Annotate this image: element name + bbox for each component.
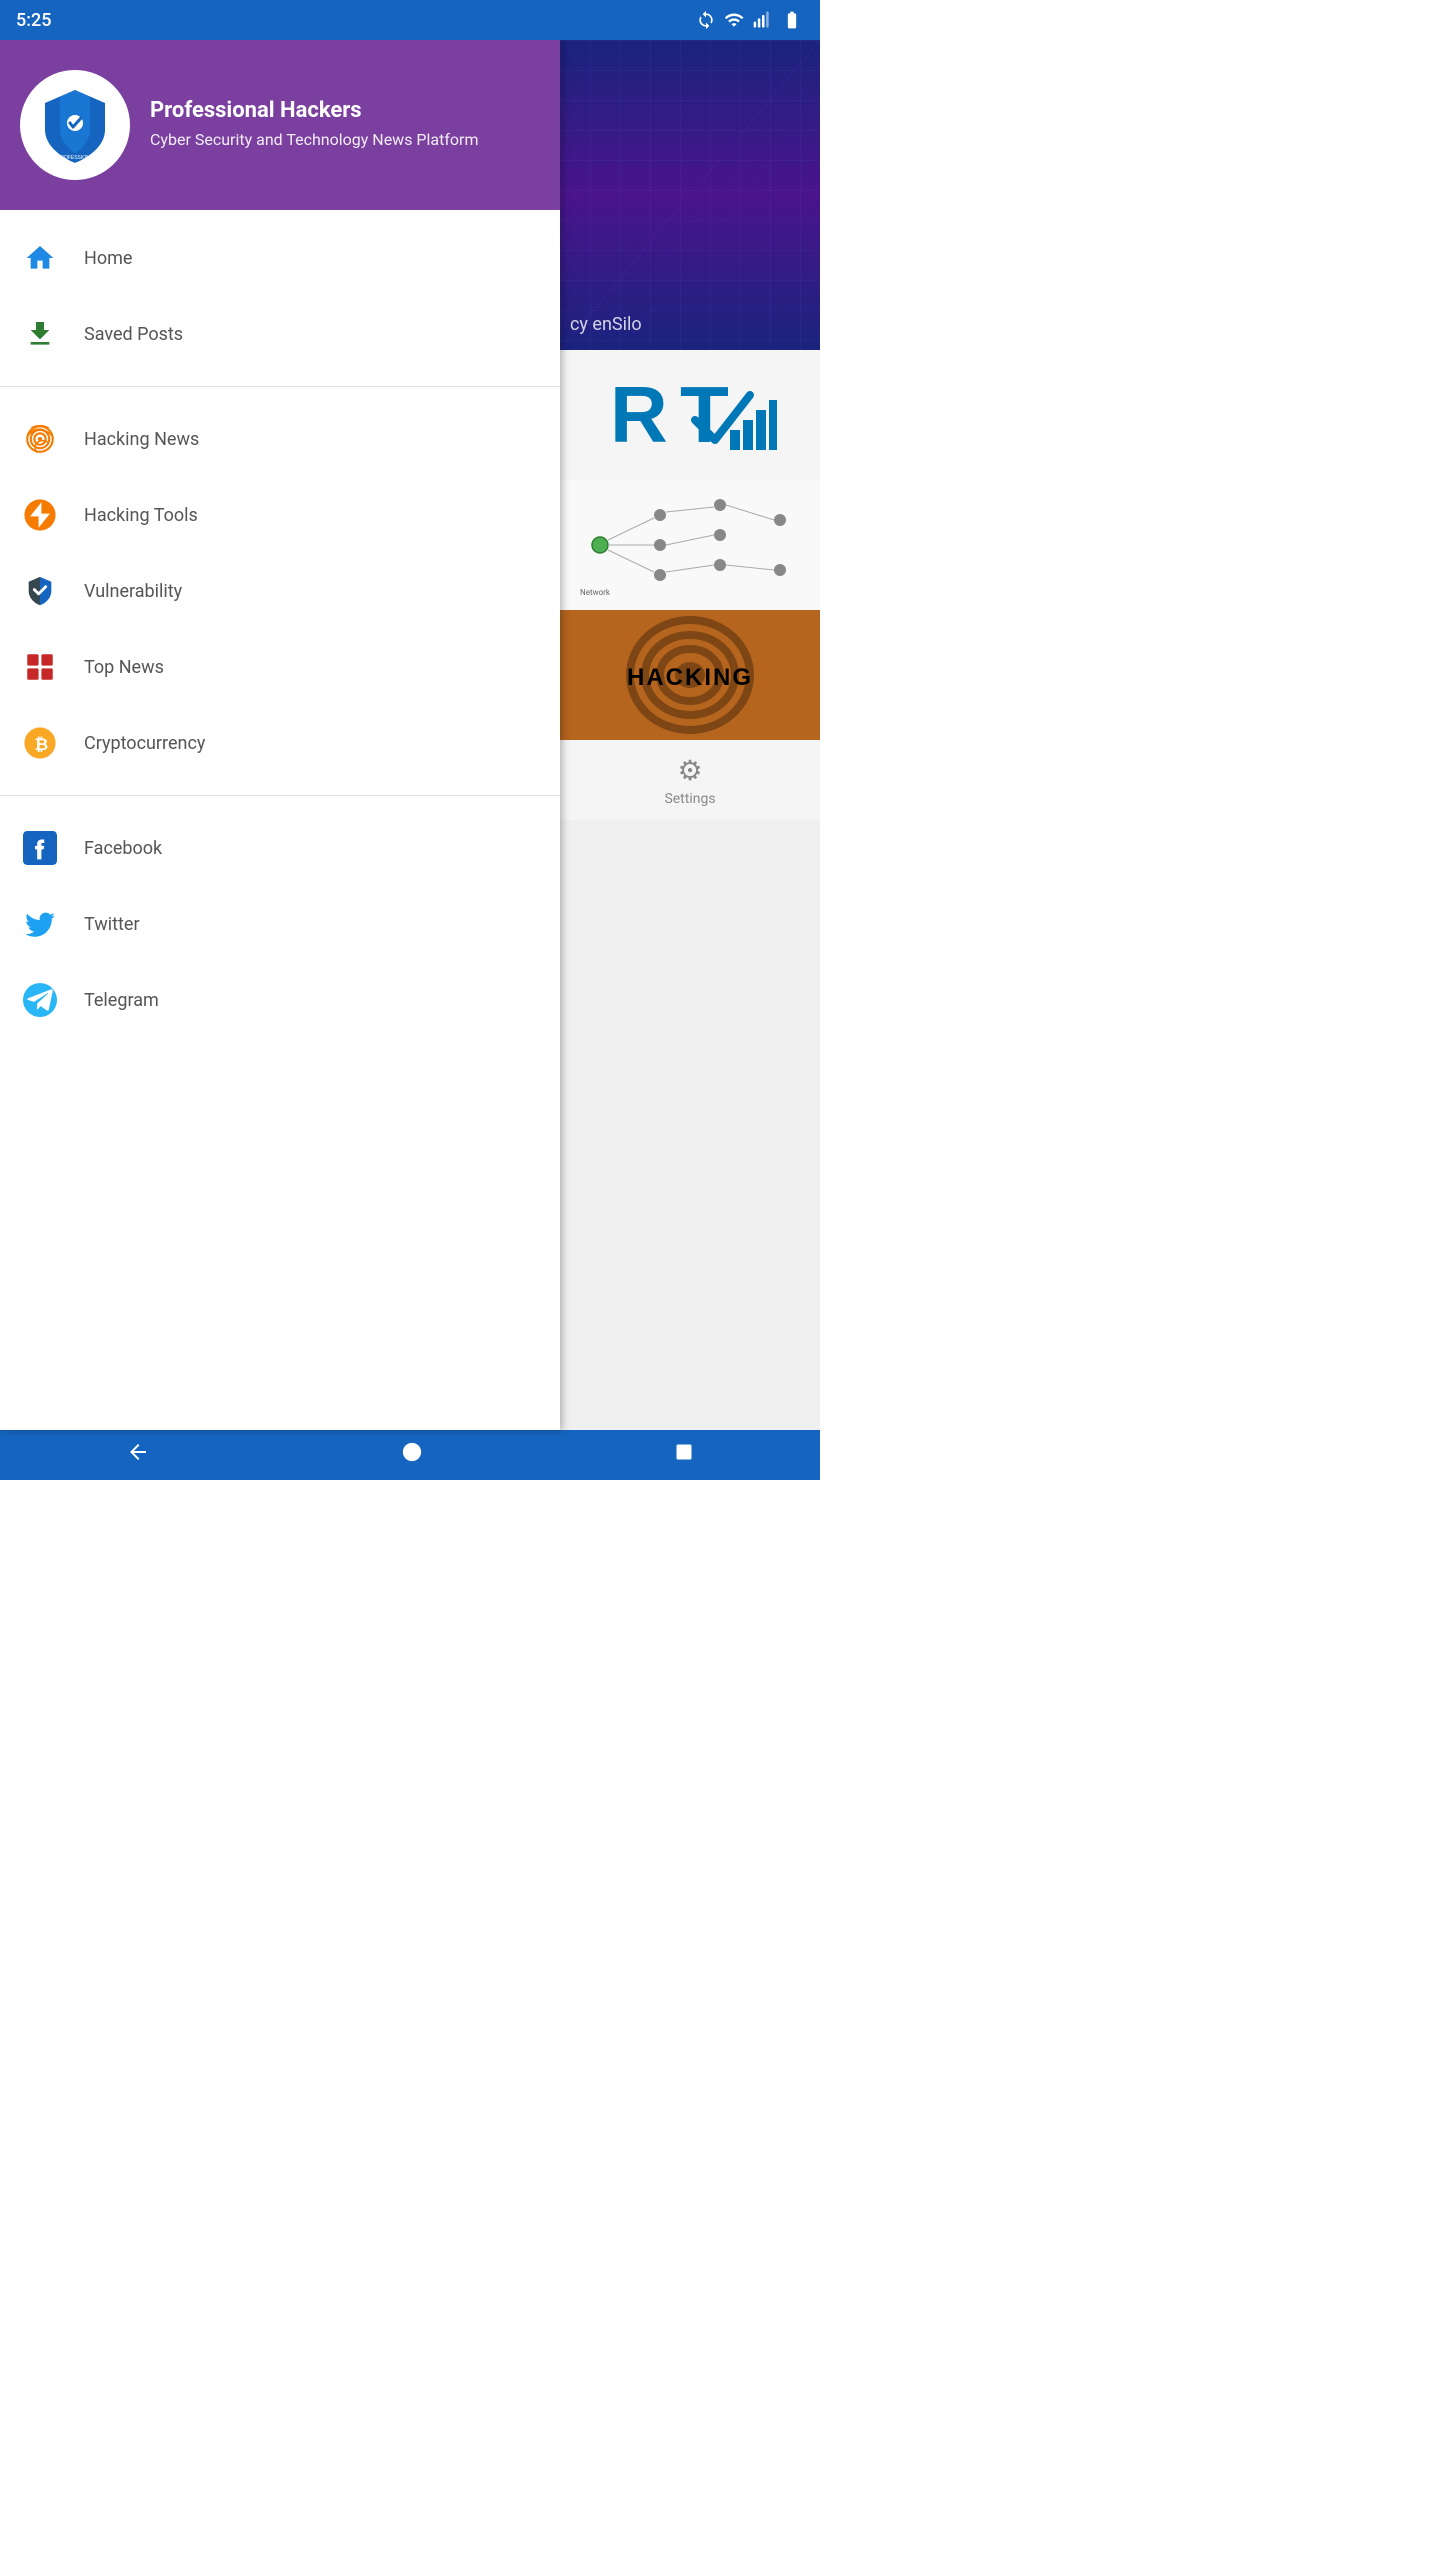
svg-text:HACKING: HACKING <box>627 664 753 691</box>
grid-icon <box>20 647 60 687</box>
nav-divider-1 <box>0 386 560 387</box>
signal-icon <box>752 10 772 30</box>
nav-section-social: Facebook Twitter <box>0 800 560 1048</box>
shield-icon <box>20 571 60 611</box>
card-thumb-rt: R T <box>560 350 820 480</box>
bottom-nav <box>0 1430 820 1480</box>
home-button[interactable] <box>381 1433 443 1477</box>
svg-text:Network: Network <box>580 588 611 597</box>
nav-item-cryptocurrency[interactable]: ₿ Cryptocurrency <box>0 705 560 781</box>
download-icon <box>20 314 60 354</box>
sync-icon <box>696 10 716 30</box>
recents-button[interactable] <box>654 1434 714 1476</box>
nav-item-top-news[interactable]: Top News <box>0 629 560 705</box>
back-button[interactable] <box>106 1432 170 1478</box>
bitcoin-icon: ₿ <box>20 723 60 763</box>
nav-section-categories: Hacking News Hacking Tools <box>0 391 560 791</box>
status-time: 5:25 <box>16 10 51 31</box>
nav-label-cryptocurrency: Cryptocurrency <box>84 733 205 754</box>
drawer-nav: Home Saved Posts <box>0 210 560 1430</box>
home-icon <box>20 238 60 278</box>
svg-text:R: R <box>610 370 668 459</box>
svg-text:₿: ₿ <box>34 735 48 754</box>
nav-label-twitter: Twitter <box>84 914 140 935</box>
svg-text:T: T <box>680 370 729 459</box>
status-icons <box>696 10 804 30</box>
drawer: PROFESSIONAL HACKERS ON SECURITY Profess… <box>0 40 560 1430</box>
nav-label-home: Home <box>84 248 132 269</box>
nav-item-saved-posts[interactable]: Saved Posts <box>0 296 560 372</box>
nav-item-twitter[interactable]: Twitter <box>0 886 560 962</box>
banner-text: cy enSilo <box>570 314 642 335</box>
drawer-title-group: Professional Hackers Cyber Security and … <box>150 98 478 151</box>
nav-item-hacking-news[interactable]: Hacking News <box>0 401 560 477</box>
settings-gear-icon: ⚙ <box>677 754 702 787</box>
settings-partial-card[interactable]: ⚙ Settings <box>560 740 820 820</box>
card-hacking[interactable]: HACKING <box>560 610 820 740</box>
hero-banner: cy enSilo <box>560 40 820 350</box>
content-cards: R T <box>560 350 820 1430</box>
twitter-icon <box>20 904 60 944</box>
app-name: Professional Hackers <box>150 98 478 123</box>
nav-item-home[interactable]: Home <box>0 220 560 296</box>
card-thumb-hacking: HACKING <box>560 610 820 740</box>
nav-label-hacking-news: Hacking News <box>84 429 199 450</box>
card-network-diagram[interactable]: Network <box>560 480 820 610</box>
telegram-icon <box>20 980 60 1020</box>
lightning-icon <box>20 495 60 535</box>
nav-label-hacking-tools: Hacking Tools <box>84 505 198 526</box>
drawer-header: PROFESSIONAL HACKERS ON SECURITY Profess… <box>0 40 560 210</box>
app-container: PROFESSIONAL HACKERS ON SECURITY Profess… <box>0 40 820 1430</box>
facebook-icon <box>20 828 60 868</box>
nav-item-telegram[interactable]: Telegram <box>0 962 560 1038</box>
battery-icon <box>780 10 804 30</box>
nav-item-vulnerability[interactable]: Vulnerability <box>0 553 560 629</box>
app-subtitle: Cyber Security and Technology News Platf… <box>150 129 478 151</box>
main-content: cy enSilo R T <box>560 40 820 1430</box>
nav-label-facebook: Facebook <box>84 838 162 859</box>
nav-item-hacking-tools[interactable]: Hacking Tools <box>0 477 560 553</box>
nav-label-telegram: Telegram <box>84 990 159 1011</box>
nav-divider-2 <box>0 795 560 796</box>
svg-text:ON SECURITY: ON SECURITY <box>65 161 93 165</box>
nav-label-saved-posts: Saved Posts <box>84 324 183 345</box>
card-thumb-network: Network <box>560 480 820 610</box>
nav-label-vulnerability: Vulnerability <box>84 581 182 602</box>
wifi-icon <box>724 10 744 30</box>
nav-item-facebook[interactable]: Facebook <box>0 810 560 886</box>
nav-label-top-news: Top News <box>84 657 164 678</box>
nav-section-main: Home Saved Posts <box>0 210 560 382</box>
fingerprint-icon <box>20 419 60 459</box>
settings-label: Settings <box>664 791 715 807</box>
app-logo: PROFESSIONAL HACKERS ON SECURITY <box>20 70 130 180</box>
card-rt-logo[interactable]: R T <box>560 350 820 480</box>
status-bar: 5:25 <box>0 0 820 40</box>
